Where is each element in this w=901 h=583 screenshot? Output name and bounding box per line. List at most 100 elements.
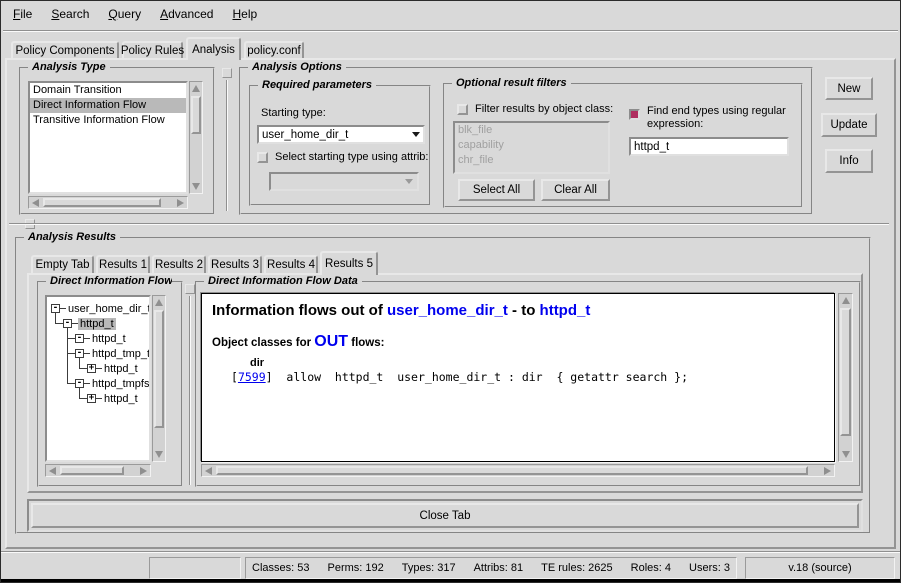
new-button[interactable]: New (825, 77, 873, 100)
stat-classes: Classes: 53 (252, 562, 309, 574)
stat-te-rules: TE rules: 2625 (541, 562, 613, 574)
menu-query[interactable]: Query (108, 7, 141, 21)
menu-file[interactable]: File (13, 7, 32, 21)
list-item-transitive-information-flow[interactable]: Transitive Information Flow (30, 113, 186, 128)
horizontal-sash-line[interactable] (9, 223, 889, 225)
attrib-checkbox[interactable] (257, 152, 268, 163)
scroll-up-icon[interactable] (842, 297, 850, 304)
object-class-checkbox[interactable] (457, 104, 468, 115)
tree-expand-icon[interactable]: - (75, 349, 84, 358)
tab-policy-rules-label: Policy Rules (121, 45, 184, 57)
new-button-label: New (837, 83, 860, 95)
close-tab-button[interactable]: Close Tab (31, 503, 859, 528)
tab-policy-components[interactable]: Policy Components (11, 41, 119, 59)
result-rule-line: [7599] allow httpd_t user_home_dir_t : d… (231, 370, 824, 384)
tree-row: -httpd_tmpfs_t (75, 376, 151, 391)
tree-expand-icon[interactable]: + (87, 394, 96, 403)
scroll-down-icon[interactable] (155, 451, 163, 458)
menu-advanced-accel: A (160, 7, 168, 21)
tab-policy-conf[interactable]: policy.conf (244, 41, 304, 59)
scroll-right-icon[interactable] (177, 199, 184, 207)
chevron-down-icon[interactable] (412, 132, 420, 137)
tree-node-label[interactable]: httpd_t (90, 333, 128, 345)
version-label: v.18 (source) (788, 562, 851, 574)
flow-data-vscrollbar[interactable] (838, 293, 853, 462)
scrollbar-thumb[interactable] (154, 310, 164, 428)
tree-node-label[interactable]: httpd_tmpfs_t (90, 378, 151, 390)
regex-checkbox[interactable] (629, 109, 640, 120)
list-item-domain-transition[interactable]: Domain Transition (30, 83, 186, 98)
tab-results-5[interactable]: Results 5 (320, 251, 378, 275)
starting-type-combobox[interactable]: user_home_dir_t (257, 125, 425, 144)
select-all-button[interactable]: Select All (458, 179, 535, 201)
list-item-direct-information-flow[interactable]: Direct Information Flow (30, 98, 186, 113)
result-object-class: dir (250, 357, 824, 369)
scroll-right-icon[interactable] (824, 467, 831, 475)
scroll-up-icon[interactable] (155, 299, 163, 306)
scroll-up-icon[interactable] (192, 85, 200, 92)
rule-bracket-close: ] (266, 370, 273, 384)
statusbar-empty-panel (149, 557, 241, 579)
clear-all-button[interactable]: Clear All (541, 179, 610, 201)
results-sash-line[interactable] (189, 296, 191, 485)
tree-node-label[interactable]: user_home_dir_t (66, 303, 151, 315)
menu-help-label: elp (241, 7, 257, 21)
menu-advanced[interactable]: Advanced (160, 7, 213, 21)
update-button[interactable]: Update (821, 113, 877, 137)
scrollbar-thumb[interactable] (840, 308, 851, 436)
tree-node-label[interactable]: httpd_t (78, 318, 116, 330)
scroll-left-icon[interactable] (32, 199, 39, 207)
info-button[interactable]: Info (825, 149, 873, 173)
results-sash-handle[interactable] (185, 284, 195, 294)
tab-policy-conf-label: policy.conf (247, 45, 300, 57)
tree-expand-icon[interactable]: + (87, 364, 96, 373)
rule-number-link[interactable]: 7599 (238, 370, 266, 384)
tab-results-1[interactable]: Results 1 (96, 255, 150, 273)
analysis-options-legend: Analysis Options (248, 61, 346, 73)
regex-input[interactable] (629, 137, 789, 156)
menu-help[interactable]: Help (232, 7, 257, 21)
stat-attribs: Attribs: 81 (474, 562, 524, 574)
scrollbar-thumb[interactable] (43, 198, 161, 207)
tree-row: + httpd_t (87, 391, 140, 406)
scroll-left-icon[interactable] (205, 467, 212, 475)
object-class-item: capability (455, 138, 608, 153)
menu-advanced-label: dvanced (168, 7, 213, 21)
result-target-type: httpd_t (540, 302, 591, 319)
close-tab-label: Close Tab (420, 510, 471, 522)
tab-policy-rules[interactable]: Policy Rules (122, 41, 183, 59)
tree-expand-icon[interactable]: - (51, 304, 60, 313)
tab-results-4[interactable]: Results 4 (264, 255, 318, 273)
rule-bracket-open: [ (231, 370, 238, 384)
tree-expand-icon[interactable]: - (75, 334, 84, 343)
tree-node-label[interactable]: httpd_tmp_t (90, 348, 151, 360)
scroll-left-icon[interactable] (49, 467, 56, 475)
tree-expand-icon[interactable]: - (75, 379, 84, 388)
flow-tree-hscrollbar[interactable] (45, 464, 151, 477)
flow-data-textarea[interactable]: Information flows out of user_home_dir_t… (201, 293, 835, 462)
scrollbar-thumb[interactable] (216, 466, 808, 475)
tab-analysis[interactable]: Analysis (186, 37, 241, 60)
vertical-sash-line[interactable] (226, 80, 228, 211)
scroll-right-icon[interactable] (140, 467, 147, 475)
analysis-type-vscrollbar[interactable] (189, 81, 203, 194)
flow-data-legend: Direct Information Flow Data (204, 275, 362, 287)
scrollbar-thumb[interactable] (191, 96, 201, 134)
tab-results-3[interactable]: Results 3 (208, 255, 262, 273)
menu-search[interactable]: Search (51, 7, 89, 21)
tree-node-label[interactable]: httpd_t (102, 363, 140, 375)
flow-tree-vscrollbar[interactable] (152, 295, 166, 462)
menu-search-label: earch (59, 7, 89, 21)
result-flow-direction: OUT (314, 333, 348, 350)
flow-data-hscrollbar[interactable] (201, 464, 835, 477)
analysis-type-hscrollbar[interactable] (28, 196, 188, 209)
object-class-list-disabled: blk_file capability chr_file (453, 121, 610, 174)
scroll-down-icon[interactable] (192, 183, 200, 190)
tree-node-label[interactable]: httpd_t (102, 393, 140, 405)
vertical-sash-handle[interactable] (222, 68, 232, 78)
scrollbar-thumb[interactable] (60, 466, 124, 475)
tab-results-2[interactable]: Results 2 (152, 255, 206, 273)
tree-expand-icon[interactable]: - (63, 319, 72, 328)
tab-empty-tab[interactable]: Empty Tab (31, 255, 94, 273)
scroll-down-icon[interactable] (842, 451, 850, 458)
